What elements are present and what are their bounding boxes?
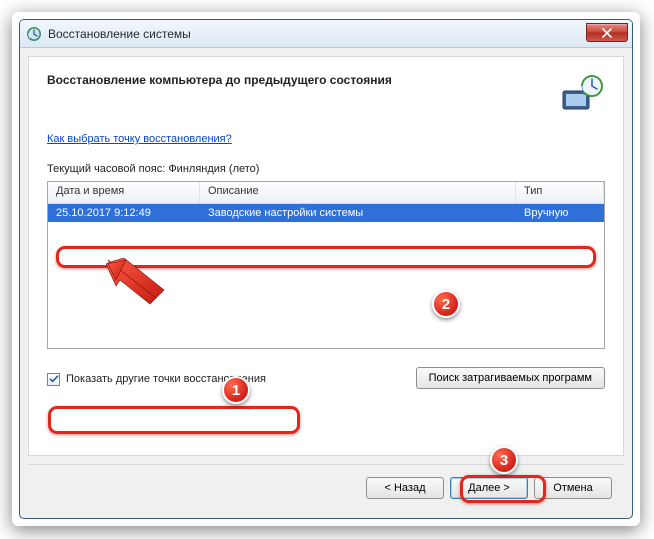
close-button[interactable] [586,23,628,42]
col-type-header[interactable]: Тип [516,182,604,203]
scan-affected-button[interactable]: Поиск затрагиваемых программ [416,367,605,389]
restore-large-icon [559,73,605,115]
cell-desc: Заводские настройки системы [200,206,516,220]
choose-point-link[interactable]: Как выбрать точку восстановления? [47,133,232,145]
table-row[interactable]: 25.10.2017 9:12:49 Заводские настройки с… [48,204,604,222]
titlebar: Восстановление системы [20,20,632,48]
next-button[interactable]: Далее > [450,477,528,499]
back-button[interactable]: < Назад [366,477,444,499]
col-date-header[interactable]: Дата и время [48,182,200,203]
col-desc-header[interactable]: Описание [200,182,516,203]
cell-type: Вручную [516,206,604,220]
button-bar: < Назад Далее > Отмена [28,464,624,510]
cancel-button[interactable]: Отмена [534,477,612,499]
timezone-label: Текущий часовой пояс: Финляндия (лето) [29,159,623,181]
show-more-label: Показать другие точки восстановления [66,373,266,385]
page-title: Восстановление компьютера до предыдущего… [47,73,559,87]
wizard-body: Восстановление компьютера до предыдущего… [28,56,624,456]
restore-icon [26,26,42,42]
table-header: Дата и время Описание Тип [48,182,604,204]
system-restore-window: Восстановление системы Восстановление ко… [19,19,633,519]
cell-date: 25.10.2017 9:12:49 [48,206,200,220]
window-title: Восстановление системы [48,27,191,41]
restore-points-table: Дата и время Описание Тип 25.10.2017 9:1… [47,181,605,349]
show-more-checkbox[interactable] [47,373,60,386]
